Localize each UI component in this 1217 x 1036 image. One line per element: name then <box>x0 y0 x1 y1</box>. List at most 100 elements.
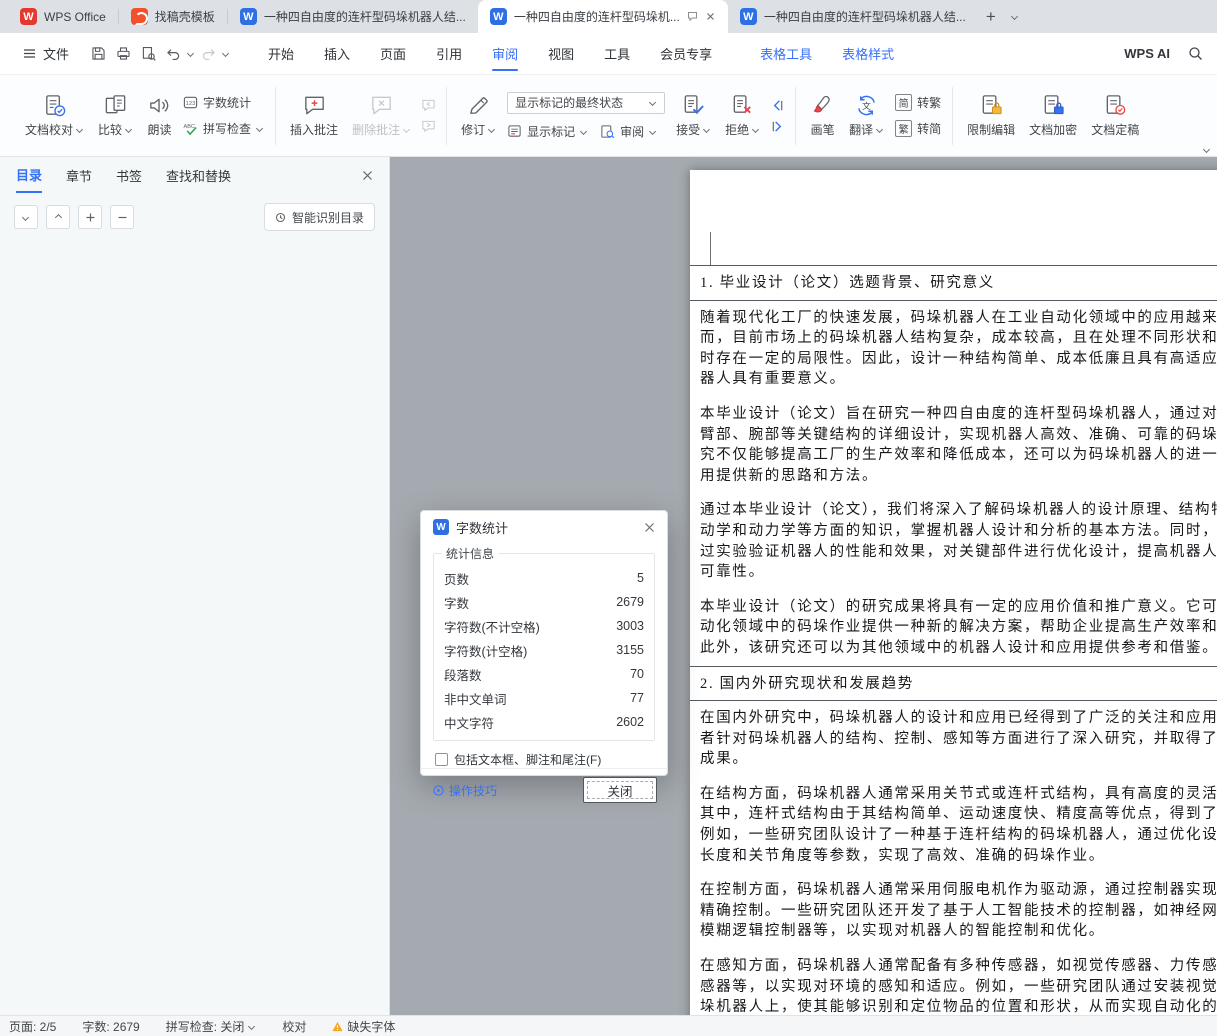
document-paragraph[interactable]: 本毕业设计（论文）旨在研究一种四自由度的连杆型码垛机器人，通过对腰 臂部、腕部等关… <box>690 397 1217 493</box>
reject-button[interactable]: 拒绝 <box>718 88 767 143</box>
document-paragraph[interactable]: 通过本毕业设计（论文），我们将深入了解码垛机器人的设计原理、结构特 动学和动力学等… <box>690 493 1217 589</box>
side-panel-close-button[interactable] <box>362 170 373 181</box>
document-paragraph[interactable]: 在控制方面，码垛机器人通常采用伺服电机作为驱动源，通过控制器实现对 精确控制。一些… <box>690 873 1217 949</box>
review-button[interactable]: 审阅 <box>600 123 657 140</box>
word-count-stat-row: 字符数(计空格) 3155 <box>444 638 644 662</box>
wps-ai-button[interactable]: WPS AI <box>1124 46 1170 61</box>
menu-reference[interactable]: 引用 <box>436 33 462 74</box>
status-missing-font-warning[interactable]: 缺失字体 <box>332 1018 395 1035</box>
quick-access-toolbar <box>87 41 230 66</box>
tab-wps-home[interactable]: W WPS Office <box>8 0 118 33</box>
side-tab-find-replace[interactable]: 查找和替换 <box>166 157 231 193</box>
read-aloud-button[interactable]: 朗读 <box>140 88 179 143</box>
menu-review[interactable]: 审阅 <box>492 33 518 74</box>
document-heading[interactable]: 2. 国内外研究现状和发展趋势 <box>690 665 1217 702</box>
menu-member[interactable]: 会员专享 <box>660 33 712 74</box>
delete-comment-button[interactable]: 删除批注 <box>345 88 418 143</box>
document-page[interactable]: 1. 毕业设计（论文）选题背景、研究意义 随着现代化工厂的快速发展，码垛机器人在工… <box>690 170 1217 1015</box>
toc-expand-button[interactable] <box>14 205 38 229</box>
status-spellcheck-toggle[interactable]: 拼写检查: 关闭 <box>166 1018 257 1035</box>
to-simplified-button[interactable]: 繁 转简 <box>895 120 941 137</box>
spell-check-button[interactable]: ABC 拼写检查 <box>183 120 264 137</box>
menu-table-style[interactable]: 表格样式 <box>842 33 894 74</box>
dialog-close-button[interactable] <box>644 522 655 533</box>
chevron-down-icon[interactable] <box>752 126 760 133</box>
doc-finalize-button[interactable]: 文档定稿 <box>1084 88 1146 143</box>
menu-page[interactable]: 页面 <box>380 33 406 74</box>
tips-label: 操作技巧 <box>449 783 498 798</box>
chevron-down-icon[interactable] <box>580 128 588 135</box>
chevron-down-icon[interactable] <box>403 126 411 133</box>
document-paragraph[interactable]: 在国内外研究中，码垛机器人的设计和应用已经得到了广泛的关注和应用。 者针对码垛机器… <box>690 701 1217 777</box>
next-comment-icon[interactable] <box>421 119 436 134</box>
redo-button[interactable] <box>197 41 220 66</box>
print-preview-button[interactable] <box>137 41 160 66</box>
toc-zoom-out-button[interactable] <box>110 205 134 229</box>
menu-view[interactable]: 视图 <box>548 33 574 74</box>
previous-comment-icon[interactable] <box>421 98 436 113</box>
document-paragraph[interactable]: 在感知方面，码垛机器人通常配备有多种传感器，如视觉传感器、力传感器 感器等，以实现… <box>690 949 1217 1015</box>
chevron-down-icon[interactable] <box>703 126 711 133</box>
tab-list-chevron-icon[interactable] <box>1004 0 1026 33</box>
word-count-button[interactable]: 123 字数统计 <box>183 94 264 111</box>
dialog-title-bar[interactable]: W 字数统计 <box>421 511 667 543</box>
document-paragraph[interactable]: 随着现代化工厂的快速发展，码垛机器人在工业自动化领域中的应用越来越 而，目前市场上… <box>690 301 1217 397</box>
chevron-down-icon[interactable] <box>76 126 84 133</box>
show-markup-button[interactable]: 显示标记 <box>507 123 588 140</box>
insert-comment-button[interactable]: 插入批注 <box>283 88 345 143</box>
menu-tools[interactable]: 工具 <box>604 33 630 74</box>
undo-chevron-icon[interactable] <box>187 50 195 57</box>
save-button[interactable] <box>87 41 110 66</box>
side-tab-bookmarks[interactable]: 书签 <box>116 157 142 193</box>
document-heading[interactable]: 1. 毕业设计（论文）选题背景、研究意义 <box>690 265 1217 301</box>
include-textbox-checkbox-row[interactable]: 包括文本框、脚注和尾注(F) <box>435 751 653 768</box>
checkbox-unchecked-icon[interactable] <box>435 753 448 766</box>
new-tab-button[interactable]: + <box>978 0 1004 33</box>
document-paragraph[interactable]: 本毕业设计（论文）的研究成果将具有一定的应用价值和推广意义。它可以 动化领域中的码… <box>690 590 1217 666</box>
chevron-down-icon[interactable] <box>488 126 496 133</box>
tab-document-2-active[interactable]: W 一种四自由度的连杆型码垛机... <box>477 0 728 33</box>
restrict-edit-button[interactable]: 限制编辑 <box>960 88 1022 143</box>
close-button[interactable]: 关闭 <box>583 777 657 803</box>
status-word-count[interactable]: 字数: 2679 <box>82 1018 139 1035</box>
accept-button[interactable]: 接受 <box>669 88 718 143</box>
markup-state-dropdown[interactable]: 显示标记的最终状态 <box>507 91 666 114</box>
chevron-down-icon[interactable] <box>649 128 657 135</box>
pen-button[interactable]: 画笔 <box>803 88 842 143</box>
menu-home[interactable]: 开始 <box>268 33 294 74</box>
toc-zoom-in-button[interactable] <box>78 205 102 229</box>
chevron-down-icon[interactable] <box>876 126 884 133</box>
print-button[interactable] <box>112 41 135 66</box>
status-proofread-button[interactable]: 校对 <box>282 1018 306 1035</box>
smart-identify-toc-button[interactable]: 智能识别目录 <box>263 203 375 231</box>
doc-proof-button[interactable]: 文档校对 <box>18 88 91 143</box>
toc-collapse-button[interactable] <box>46 205 70 229</box>
document-paragraph[interactable]: 在结构方面，码垛机器人通常采用关节式或连杆式结构，具有高度的灵活性 其中，连杆式结… <box>690 777 1217 873</box>
doc-encrypt-button[interactable]: 文档加密 <box>1022 88 1084 143</box>
word-count-stat-row: 中文字符 2602 <box>444 710 644 734</box>
chevron-down-icon[interactable] <box>256 125 264 132</box>
tab-close-icon[interactable] <box>705 11 716 22</box>
tab-document-1[interactable]: W 一种四自由度的连杆型码垛机器人结... <box>228 0 478 33</box>
to-traditional-button[interactable]: 简 转繁 <box>895 94 941 111</box>
writer-doc-icon: W <box>739 8 757 25</box>
track-changes-button[interactable]: 修订 <box>454 88 503 143</box>
search-icon[interactable] <box>1188 46 1203 61</box>
menu-table-tools[interactable]: 表格工具 <box>760 33 812 74</box>
translate-button[interactable]: 文 翻译 <box>842 88 891 143</box>
ribbon-collapse-icon[interactable] <box>1203 146 1211 153</box>
side-tab-chapters[interactable]: 章节 <box>66 157 92 193</box>
operation-tips-link[interactable]: 操作技巧 <box>433 782 497 799</box>
status-page-indicator[interactable]: 页面: 2/5 <box>9 1018 56 1035</box>
file-menu-button[interactable]: 文件 <box>14 44 77 63</box>
previous-change-icon[interactable] <box>770 98 785 113</box>
undo-button[interactable] <box>162 41 185 66</box>
side-tab-contents[interactable]: 目录 <box>16 157 43 193</box>
tab-document-3[interactable]: W 一种四自由度的连杆型码垛机器人结... <box>728 0 978 33</box>
menu-insert[interactable]: 插入 <box>324 33 350 74</box>
compare-button[interactable]: 比较 <box>91 88 140 143</box>
chevron-down-icon[interactable] <box>125 126 133 133</box>
redo-chevron-icon[interactable] <box>222 50 230 57</box>
next-change-icon[interactable] <box>770 119 785 134</box>
tab-docer-template[interactable]: 找稿壳模板 <box>119 0 227 33</box>
